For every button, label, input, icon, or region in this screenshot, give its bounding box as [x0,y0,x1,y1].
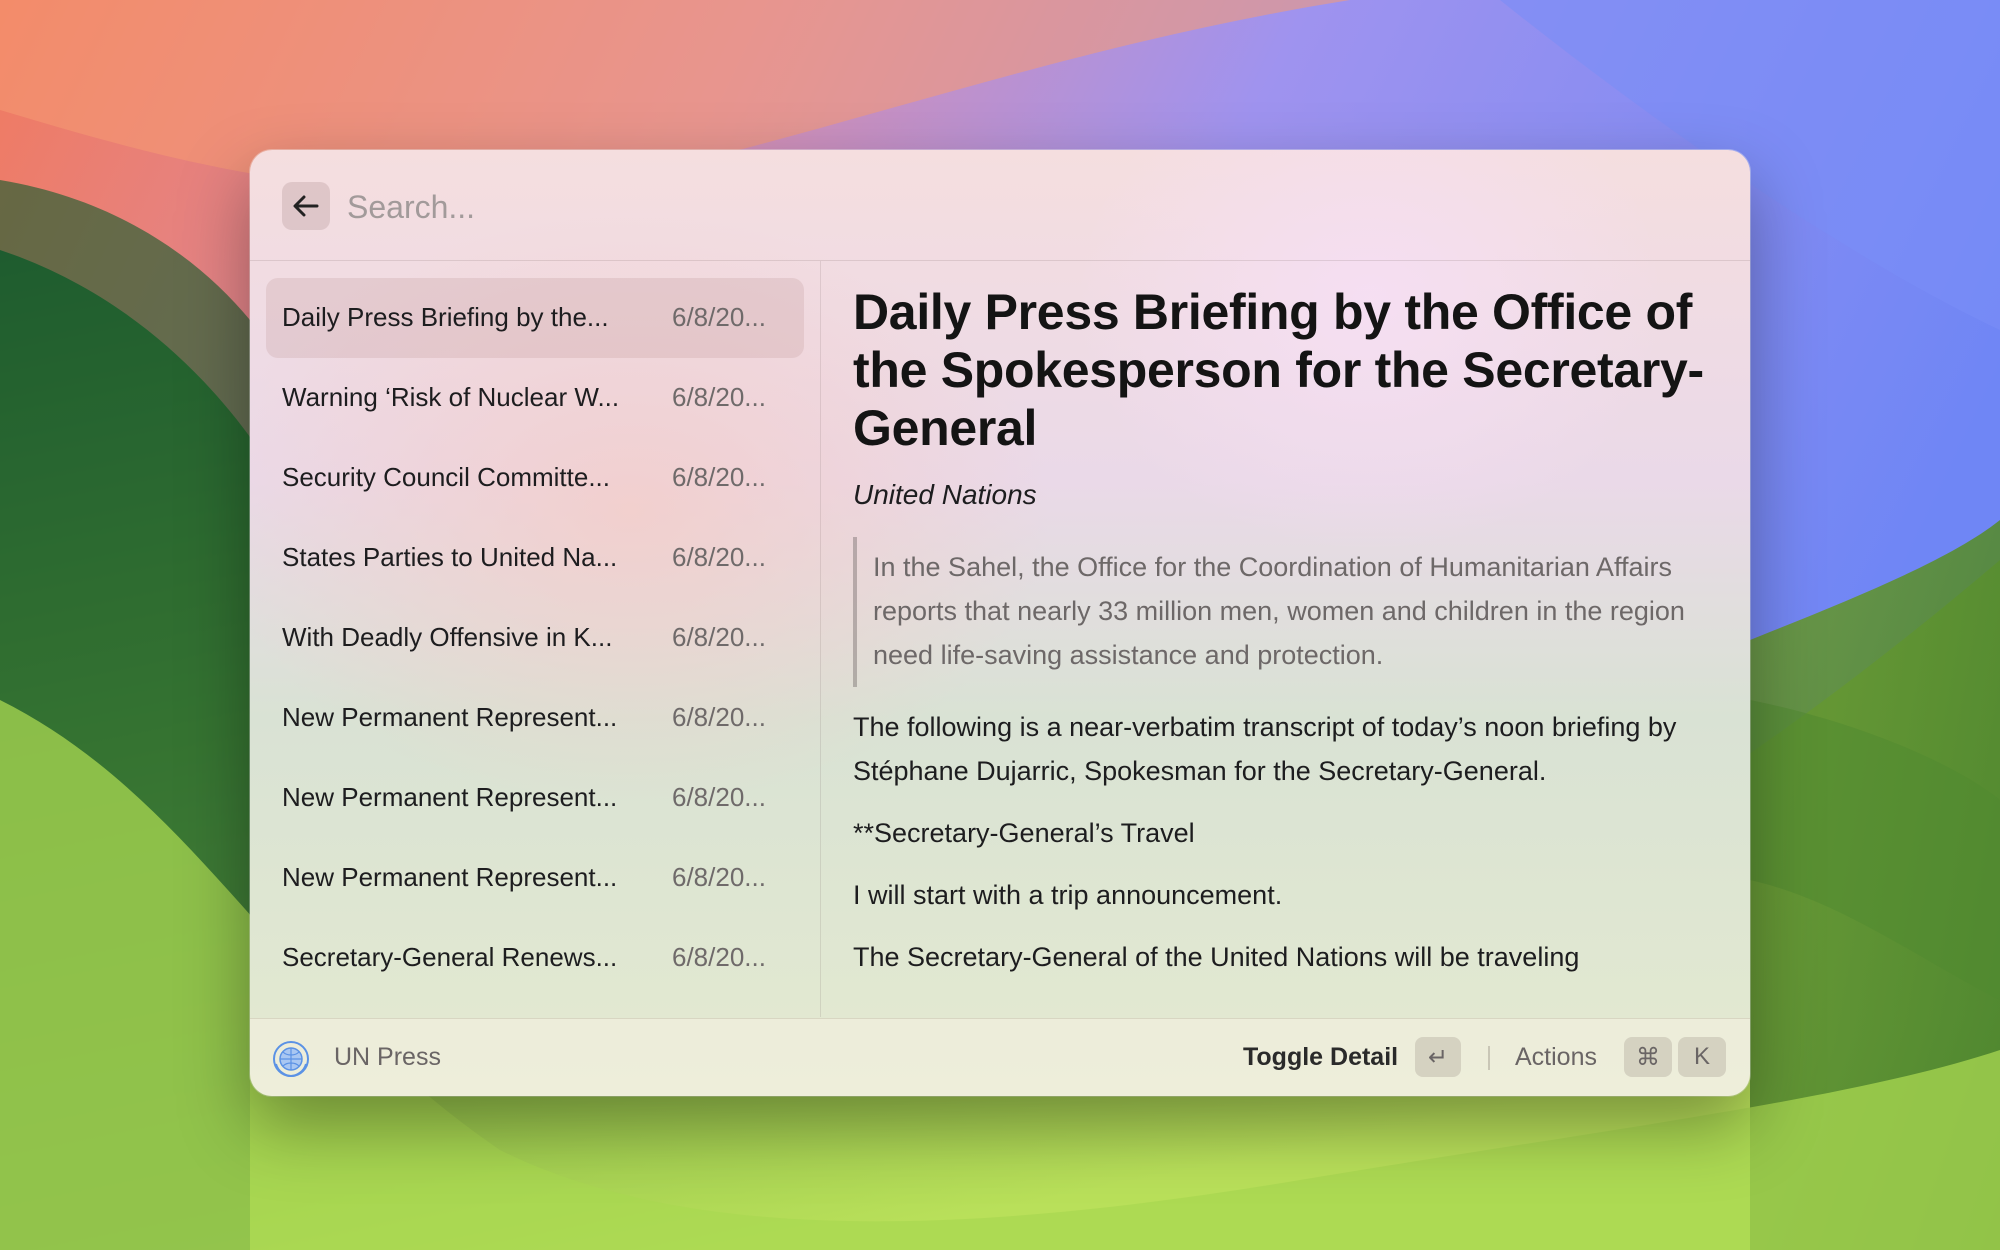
detail-title: Daily Press Briefing by the Office of th… [853,284,1704,456]
list-item[interactable]: Secretary-General Renews... 6/8/20... [266,918,804,998]
detail-paragraph: The following is a near-verbatim transcr… [853,712,1677,786]
detail-source: United Nations [853,479,1037,510]
list-item-date: 6/8/20... [672,382,766,412]
list-item-title: With Deadly Offensive in K... [282,622,613,652]
detail-blockquote: In the Sahel, the Office for the Coordin… [853,537,1713,687]
list-item-date: 6/8/20... [672,862,766,892]
list-item[interactable]: New Permanent Represent... 6/8/20... [266,678,804,758]
list-item-title: Warning ‘Risk of Nuclear W... [282,382,620,412]
action-bar: UN Press Toggle Detail ↵ Actions ⌘ K [250,1018,1750,1096]
search-bar [250,150,1750,261]
list-item-title: New Permanent Represent... [282,782,618,812]
list-item[interactable]: New Permanent Represent... 6/8/20... [266,758,804,838]
list-item[interactable]: States Parties to United Na... 6/8/20... [266,518,804,598]
un-emblem-icon [273,1041,309,1078]
detail-paragraph: The Secretary-General of the United Nati… [853,942,1580,972]
list-item-title: Secretary-General Renews... [282,942,618,972]
action-separator [1488,1046,1490,1070]
detail-pane: Daily Press Briefing by the Office of th… [821,261,1750,1017]
list-item[interactable]: Security Council Committe... 6/8/20... [266,438,804,518]
detail-content: Daily Press Briefing by the Office of th… [853,283,1713,979]
list-item[interactable]: Daily Press Briefing by the... 6/8/20... [266,278,804,358]
list-item-title: Daily Press Briefing by the... [282,302,609,332]
arrow-left-icon [293,195,319,217]
list-item[interactable]: Warning ‘Risk of Nuclear W... 6/8/20... [266,358,804,438]
detail-paragraph: I will start with a trip announcement. [853,880,1283,910]
results-list: Daily Press Briefing by the... 6/8/20...… [250,261,821,1017]
list-item-date: 6/8/20... [672,782,766,812]
list-item-title: New Permanent Represent... [282,702,618,732]
list-item-date: 6/8/20... [672,622,766,652]
launcher-window: Daily Press Briefing by the... 6/8/20...… [250,150,1750,1096]
command-key-icon: ⌘ [1624,1037,1672,1077]
list-item[interactable]: New Permanent Represent... 6/8/20... [266,838,804,918]
extension-name: UN Press [334,1043,441,1071]
list-item-date: 6/8/20... [672,542,766,572]
list-item-title: Security Council Committe... [282,462,610,492]
list-item-date: 6/8/20... [672,942,766,972]
list-item[interactable]: With Deadly Offensive in K... 6/8/20... [266,598,804,678]
list-item-title: New Permanent Represent... [282,862,618,892]
actions-button[interactable]: Actions [1515,1043,1597,1072]
k-key-icon: K [1678,1037,1726,1077]
detail-paragraph: **Secretary-General’s Travel [853,818,1195,848]
enter-key-icon: ↵ [1415,1037,1461,1077]
toggle-detail-button[interactable]: Toggle Detail [1243,1043,1398,1072]
list-item-title: States Parties to United Na... [282,542,618,572]
list-item-date: 6/8/20... [672,302,766,332]
list-item-date: 6/8/20... [672,462,766,492]
search-input[interactable] [345,178,1709,236]
list-item-date: 6/8/20... [672,702,766,732]
back-button[interactable] [282,182,330,230]
desktop: Daily Press Briefing by the... 6/8/20...… [0,0,2000,1250]
